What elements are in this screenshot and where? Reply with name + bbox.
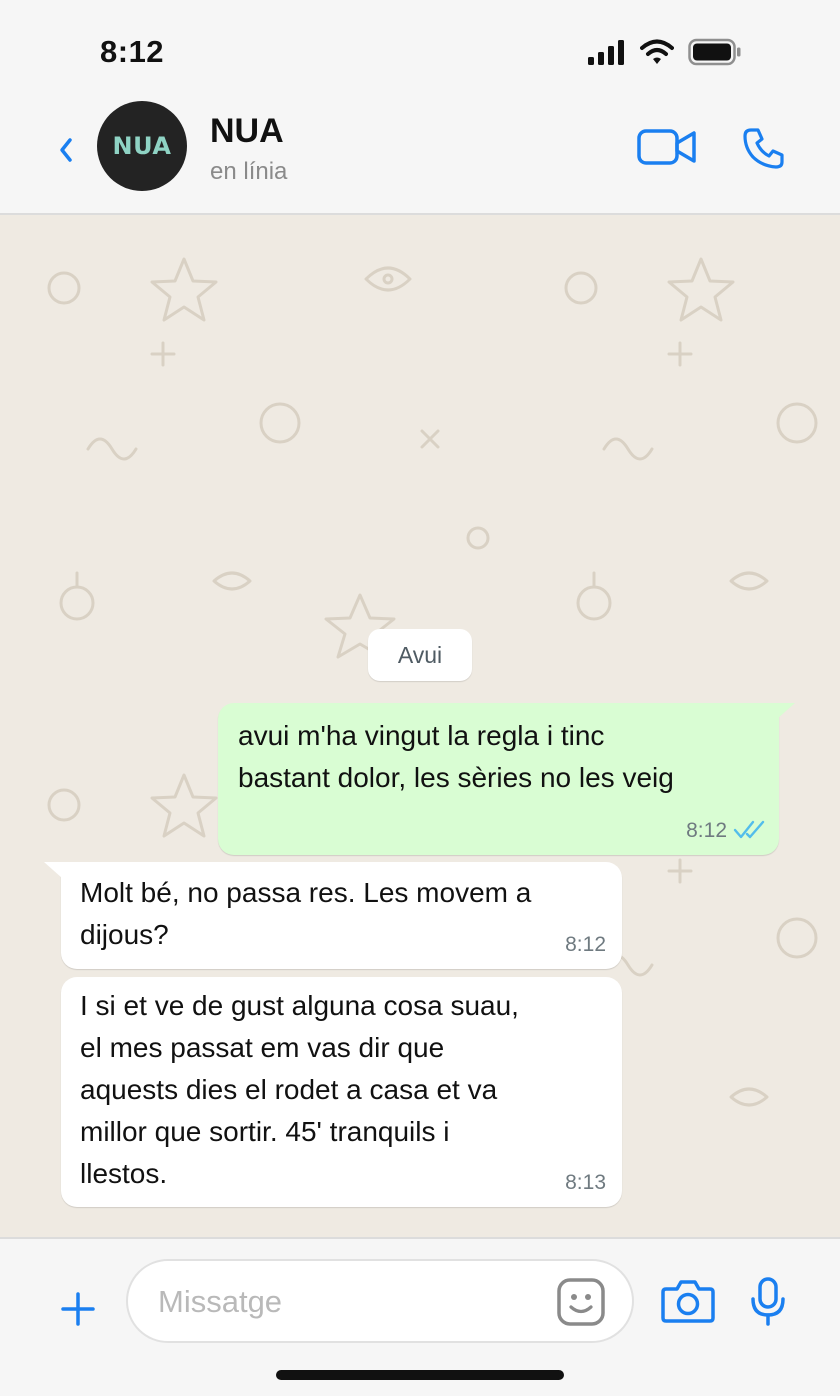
sticker-icon[interactable] xyxy=(556,1277,606,1327)
battery-icon xyxy=(688,38,741,66)
message-time: 8:12 xyxy=(565,933,606,956)
incoming-message[interactable]: I si et ve de gust alguna cosa suau, el … xyxy=(61,977,622,1207)
microphone-icon[interactable] xyxy=(750,1277,786,1327)
message-text-line: llestos. xyxy=(80,1158,168,1189)
message-text-line: millor que sortir. 45' tranquils i xyxy=(80,1116,450,1147)
message-text-line: I si et ve de gust alguna cosa suau, xyxy=(80,990,519,1021)
message-text-line: el mes passat em vas dir que xyxy=(80,1032,445,1063)
contact-status: en línia xyxy=(210,158,288,185)
chat-header: NUA NUA en línia xyxy=(0,100,840,215)
bubble-tail xyxy=(777,703,795,719)
double-check-read-icon xyxy=(733,820,765,839)
composer-bar xyxy=(0,1237,840,1396)
message-time: 8:13 xyxy=(565,1171,606,1194)
plus-icon[interactable] xyxy=(60,1291,96,1327)
message-text-line: avui m'ha vingut la regla i tinc xyxy=(238,720,605,751)
message-text-line: bastant dolor, les sèries no les veig xyxy=(238,762,674,793)
camera-icon[interactable] xyxy=(660,1277,716,1325)
cellular-signal-icon xyxy=(588,40,624,65)
avatar-logo-text: NUA xyxy=(112,132,172,160)
bubble-tail xyxy=(44,862,62,878)
home-indicator xyxy=(276,1370,564,1380)
message-text-line: dijous? xyxy=(80,919,169,950)
status-icons xyxy=(588,38,742,66)
outgoing-message[interactable]: avui m'ha vingut la regla i tinc bastant… xyxy=(218,703,795,855)
incoming-message[interactable]: Molt bé, no passa res. Les movem a dijou… xyxy=(44,862,622,969)
message-input-container[interactable] xyxy=(126,1259,634,1343)
phone-call-icon[interactable] xyxy=(742,126,786,170)
status-time: 8:12 xyxy=(100,34,165,69)
back-chevron-icon[interactable] xyxy=(50,130,84,170)
message-time: 8:12 xyxy=(686,819,727,842)
chat-area[interactable]: Avui avui m'ha vingut la regla i tinc ba… xyxy=(0,215,840,1237)
message-text-line: aquests dies el rodet a casa et va xyxy=(80,1074,498,1105)
contact-name[interactable]: NUA xyxy=(210,112,284,151)
contact-avatar[interactable]: NUA xyxy=(97,101,187,191)
message-text-line: Molt bé, no passa res. Les movem a xyxy=(80,877,532,908)
wifi-icon xyxy=(640,39,674,64)
status-bar: 8:12 xyxy=(0,0,840,100)
date-separator: Avui xyxy=(368,629,472,681)
message-input[interactable] xyxy=(158,1277,538,1327)
video-call-icon[interactable] xyxy=(636,126,698,168)
